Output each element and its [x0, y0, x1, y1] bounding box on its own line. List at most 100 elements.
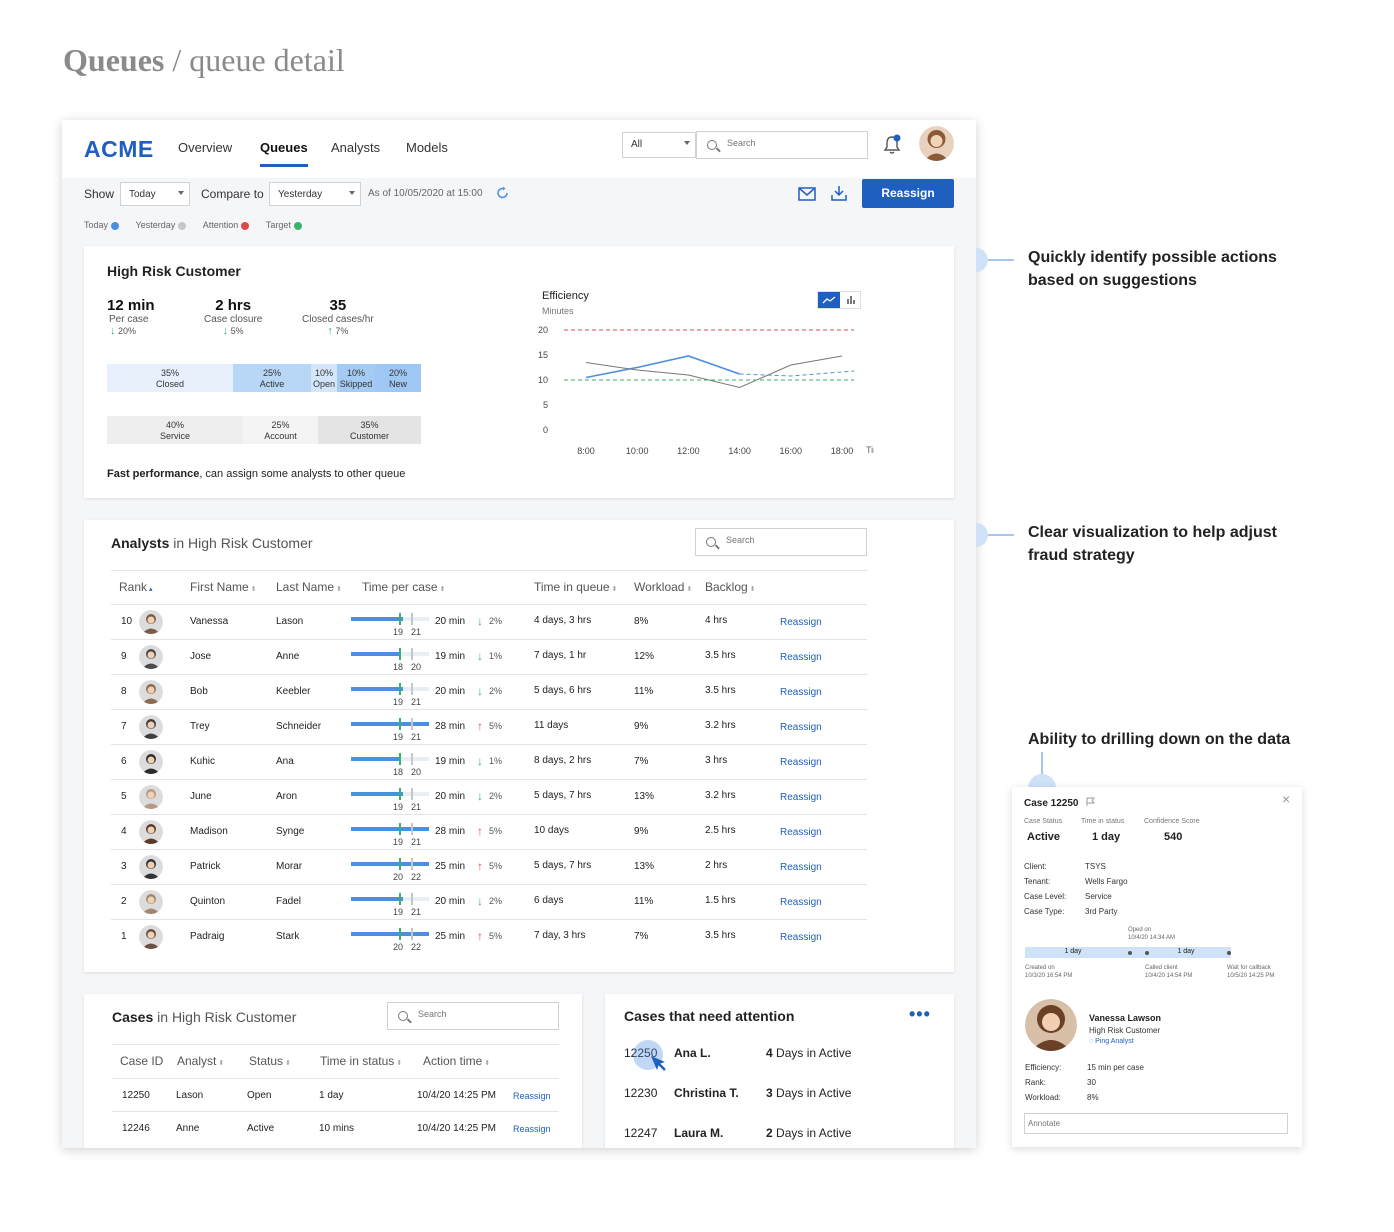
analyst-avatar[interactable] — [139, 680, 163, 704]
reassign-link[interactable]: Reassign — [780, 897, 822, 908]
mail-icon[interactable] — [798, 187, 816, 201]
column-header[interactable]: Status ⬍ — [249, 1054, 291, 1068]
column-header[interactable]: Analyst ⬍ — [177, 1054, 224, 1068]
column-header[interactable]: Time in queue ⬍ — [534, 580, 617, 594]
reassign-link[interactable]: Reassign — [780, 617, 822, 628]
annotate-input[interactable] — [1024, 1113, 1288, 1134]
reassign-link[interactable]: Reassign — [780, 757, 822, 768]
level-segment-service[interactable]: 40% Service — [107, 416, 243, 444]
analyst-avatar[interactable] — [139, 785, 163, 809]
column-header[interactable]: Last Name ⬍ — [276, 580, 342, 594]
nav-models[interactable]: Models — [406, 140, 448, 155]
attention-item[interactable]: 12247 Laura M. 2 Days in Active — [624, 1126, 944, 1146]
column-header[interactable]: Time in status ⬍ — [320, 1054, 402, 1068]
column-header[interactable]: Time per case ⬍ — [362, 580, 445, 594]
user-avatar[interactable] — [919, 126, 954, 161]
close-icon[interactable]: × — [1282, 791, 1290, 807]
flag-icon[interactable] — [1086, 797, 1096, 807]
reassign-button[interactable]: Reassign — [862, 179, 954, 208]
cases-search[interactable] — [387, 1002, 559, 1030]
show-select[interactable]: Today — [120, 182, 190, 206]
cases-search-input[interactable] — [418, 1009, 538, 1019]
level-segment-account[interactable]: 25% Account — [243, 416, 318, 444]
bell-icon[interactable] — [882, 134, 902, 156]
analyst-avatar[interactable] — [139, 645, 163, 669]
global-search[interactable] — [696, 131, 868, 159]
more-options-icon[interactable]: ••• — [909, 1004, 931, 1025]
sort-icon[interactable]: ⬍ — [482, 1060, 490, 1067]
sort-icon[interactable]: ⬍ — [394, 1060, 402, 1067]
timeline-segment-1[interactable]: 1 day — [1025, 948, 1121, 955]
column-header[interactable]: Case ID — [120, 1054, 163, 1068]
table-row[interactable]: 5 June Aron 19 21 20 min ↓ 2% 5 days, 7 hrs 13% 3.… — [111, 779, 867, 814]
sort-icon[interactable]: ⬍ — [283, 1060, 291, 1067]
reassign-link[interactable]: Reassign — [780, 722, 822, 733]
reassign-link[interactable]: Reassign — [780, 932, 822, 943]
sort-icon[interactable]: ⬍ — [438, 586, 446, 593]
bar-chart-icon[interactable] — [840, 292, 862, 308]
analyst-avatar[interactable] — [139, 715, 163, 739]
table-row[interactable]: 12250 Lason Open 1 day 10/4/20 14:25 PM Reass… — [112, 1078, 559, 1111]
status-segment-open[interactable]: 10% Open — [311, 364, 337, 392]
reassign-link[interactable]: Reassign — [513, 1091, 551, 1101]
sort-icon[interactable]: ⬍ — [334, 586, 342, 593]
compare-select[interactable]: Yesterday — [269, 182, 361, 206]
column-header[interactable]: First Name ⬍ — [190, 580, 256, 594]
reassign-link[interactable]: Reassign — [780, 827, 822, 838]
table-row[interactable]: 10 Vanessa Lason 19 21 20 min ↓ 2% 4 days, 3 hrs… — [111, 604, 867, 639]
analyst-avatar[interactable] — [139, 610, 163, 634]
analyst-avatar[interactable] — [139, 890, 163, 914]
column-header[interactable]: Backlog ⬍ — [705, 580, 756, 594]
table-row[interactable]: 1 Padraig Stark 20 22 25 min ↑ 5% 7 day, 3 hrs 7%… — [111, 919, 867, 954]
table-row[interactable]: 2 Quinton Fadel 19 21 20 min ↓ 2% 6 days 11% 1.5 h… — [111, 884, 867, 919]
status-segment-active[interactable]: 25% Active — [233, 364, 311, 392]
table-row[interactable]: 12246 Anne Active 10 mins 10/4/20 14:25 PM Re… — [112, 1111, 559, 1144]
sort-icon[interactable]: ⬍ — [748, 586, 756, 593]
sort-icon[interactable]: ▴ — [147, 586, 153, 593]
analysts-search[interactable] — [695, 528, 867, 556]
nav-overview[interactable]: Overview — [178, 140, 232, 155]
scope-select[interactable]: All — [622, 132, 696, 158]
column-header[interactable]: Action time ⬍ — [423, 1054, 490, 1068]
global-search-input[interactable] — [727, 138, 847, 148]
sort-icon[interactable]: ⬍ — [216, 1060, 224, 1067]
table-row[interactable]: 9 Jose Anne 18 20 19 min ↓ 1% 7 days, 1 hr 12% 3.5… — [111, 639, 867, 674]
table-row[interactable]: 6 Kuhic Ana 18 20 19 min ↓ 1% 8 days, 2 hrs 7% 3 h… — [111, 744, 867, 779]
sort-icon[interactable]: ⬍ — [610, 586, 618, 593]
nav-analysts[interactable]: Analysts — [331, 140, 380, 155]
attention-item[interactable]: 12230 Christina T. 3 Days in Active — [624, 1086, 944, 1106]
refresh-icon[interactable] — [496, 186, 510, 200]
analyst-avatar[interactable] — [139, 925, 163, 949]
table-row[interactable]: 7 Trey Schneider 19 21 28 min ↑ 5% 11 days 9% 3.2 … — [111, 709, 867, 744]
analysts-search-input[interactable] — [726, 535, 846, 545]
analyst-avatar[interactable] — [139, 750, 163, 774]
attention-item[interactable]: 12250 Ana L. 4 Days in Active — [624, 1046, 944, 1066]
timeline-segment-2[interactable]: 1 day — [1151, 948, 1221, 955]
table-row[interactable]: 4 Madison Synge 19 21 28 min ↑ 5% 10 days 9% 2.5 h… — [111, 814, 867, 849]
analyst-avatar[interactable] — [139, 820, 163, 844]
ping-analyst-link[interactable]: ◌ Ping Analyst — [1089, 1038, 1134, 1045]
column-header[interactable]: Workload ⬍ — [634, 580, 692, 594]
status-segment-skipped[interactable]: 10% Skipped — [337, 364, 375, 392]
analyst-avatar[interactable] — [139, 855, 163, 879]
reassign-link[interactable]: Reassign — [780, 862, 822, 873]
column-header[interactable]: Rank ▴ — [119, 580, 152, 594]
nav-queues[interactable]: Queues — [260, 140, 308, 167]
acme-logo[interactable]: ACME — [84, 136, 154, 163]
reassign-link[interactable]: Reassign — [780, 652, 822, 663]
sort-icon[interactable]: ⬍ — [684, 586, 692, 593]
reassign-link[interactable]: Reassign — [513, 1124, 551, 1134]
row-divider — [111, 884, 867, 885]
download-icon[interactable] — [831, 185, 847, 201]
level-segment-customer[interactable]: 35% Customer — [318, 416, 421, 444]
table-row[interactable]: 8 Bob Keebler 19 21 20 min ↓ 2% 5 days, 6 hrs 11%… — [111, 674, 867, 709]
status-segment-closed[interactable]: 35% Closed — [107, 364, 233, 392]
analyst-avatar[interactable] — [1025, 999, 1077, 1051]
annotation-drilldown: Ability to drilling down on the data — [1028, 731, 1291, 748]
line-chart-icon[interactable] — [818, 292, 840, 308]
reassign-link[interactable]: Reassign — [780, 792, 822, 803]
sort-icon[interactable]: ⬍ — [249, 586, 257, 593]
table-row[interactable]: 3 Patrick Morar 20 22 25 min ↑ 5% 5 days, 7 hrs 1… — [111, 849, 867, 884]
status-segment-new[interactable]: 20% New — [375, 364, 421, 392]
reassign-link[interactable]: Reassign — [780, 687, 822, 698]
